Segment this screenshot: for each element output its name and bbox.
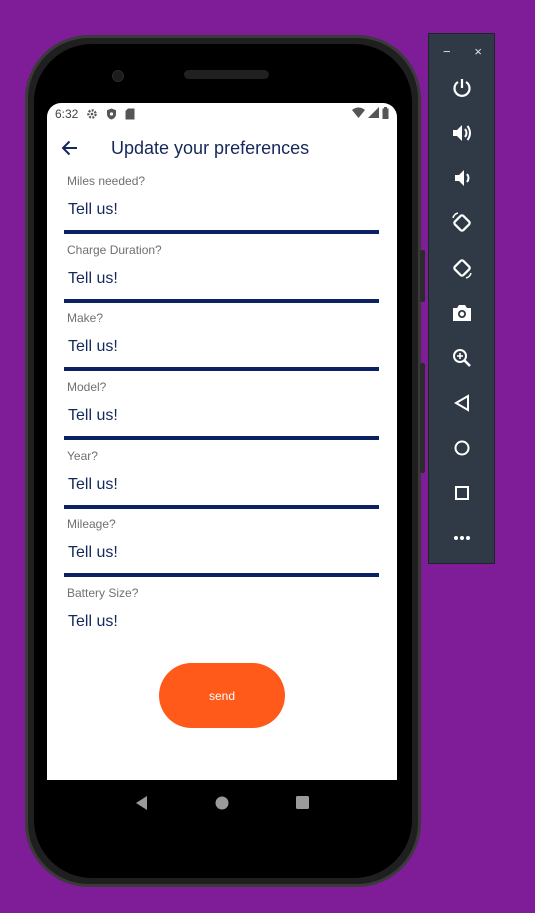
system-nav-bar [47, 780, 397, 825]
camera-icon [451, 302, 473, 329]
status-right-icons [352, 106, 389, 122]
power-button[interactable] [429, 68, 494, 113]
status-bar: 6:32 [47, 103, 397, 125]
field-label: Make? [67, 311, 104, 326]
toolbar-window-controls: − × [429, 34, 494, 68]
side-volume-button [420, 250, 425, 302]
shield-icon [105, 108, 117, 120]
home-button[interactable] [429, 428, 494, 473]
rotate-left-button[interactable] [429, 203, 494, 248]
more-icon [451, 527, 473, 554]
earpiece-speaker [184, 70, 269, 79]
page-title: Update your preferences [111, 137, 310, 158]
wifi-icon [352, 107, 365, 121]
field-label: Model? [67, 380, 107, 395]
mileage-field[interactable]: Mileage? [64, 514, 379, 583]
back-icon [451, 392, 473, 419]
back-arrow-icon[interactable] [61, 139, 79, 157]
home-icon [451, 437, 473, 464]
nav-home-icon[interactable] [215, 796, 229, 810]
volume-down-icon [451, 167, 473, 194]
minimize-button[interactable]: − [443, 44, 451, 59]
field-underline [64, 504, 379, 509]
battery-size-field[interactable]: Battery Size? [64, 583, 379, 652]
front-camera [112, 70, 124, 82]
year-field[interactable]: Year? [64, 446, 379, 515]
field-underline [64, 298, 379, 303]
field-underline [64, 573, 379, 578]
field-label: Battery Size? [67, 586, 139, 601]
app-screen: 6:32 Update your preferences Miles neede… [47, 103, 397, 780]
rotate-right-button[interactable] [429, 248, 494, 293]
make-input[interactable] [68, 338, 368, 357]
miles-needed-input[interactable] [68, 201, 368, 219]
nav-back-icon[interactable] [135, 795, 149, 810]
zoom-icon [451, 347, 473, 374]
signal-icon [368, 107, 379, 121]
overview-icon [451, 482, 473, 509]
year-input[interactable] [68, 475, 368, 494]
preferences-form: Miles needed? Charge Duration? Make? Mod… [47, 171, 397, 652]
charge-duration-input[interactable] [68, 269, 368, 288]
power-icon [451, 77, 473, 104]
close-button[interactable]: × [474, 44, 482, 59]
battery-icon [382, 106, 389, 122]
app-bar: Update your preferences [47, 125, 397, 171]
settings-icon [86, 108, 98, 120]
sd-card-icon [124, 108, 136, 120]
battery-size-input[interactable] [68, 613, 368, 632]
volume-down-button[interactable] [429, 158, 494, 203]
overview-button[interactable] [429, 473, 494, 518]
status-time: 6:32 [55, 107, 79, 121]
mileage-input[interactable] [68, 544, 368, 563]
miles-needed-field[interactable]: Miles needed? [64, 171, 379, 240]
field-label: Year? [67, 448, 98, 463]
more-button[interactable] [429, 518, 494, 563]
field-label: Charge Duration? [67, 242, 162, 257]
charge-duration-field[interactable]: Charge Duration? [64, 240, 379, 309]
field-underline [64, 367, 379, 372]
zoom-button[interactable] [429, 338, 494, 383]
model-input[interactable] [68, 407, 368, 426]
send-button[interactable]: send [159, 663, 285, 728]
rotate-left-icon [451, 212, 473, 239]
rotate-right-icon [451, 257, 473, 284]
model-field[interactable]: Model? [64, 377, 379, 446]
emulator-toolbar: − × [428, 33, 495, 564]
field-label: Miles needed? [67, 174, 146, 188]
nav-overview-icon[interactable] [295, 796, 309, 810]
side-power-button [420, 363, 425, 473]
screenshot-button[interactable] [429, 293, 494, 338]
field-underline [64, 436, 379, 441]
volume-up-button[interactable] [429, 113, 494, 158]
field-underline [64, 230, 379, 234]
make-field[interactable]: Make? [64, 308, 379, 377]
back-button[interactable] [429, 383, 494, 428]
field-label: Mileage? [67, 517, 116, 532]
volume-up-icon [451, 122, 473, 149]
send-button-wrap: send [159, 663, 285, 728]
